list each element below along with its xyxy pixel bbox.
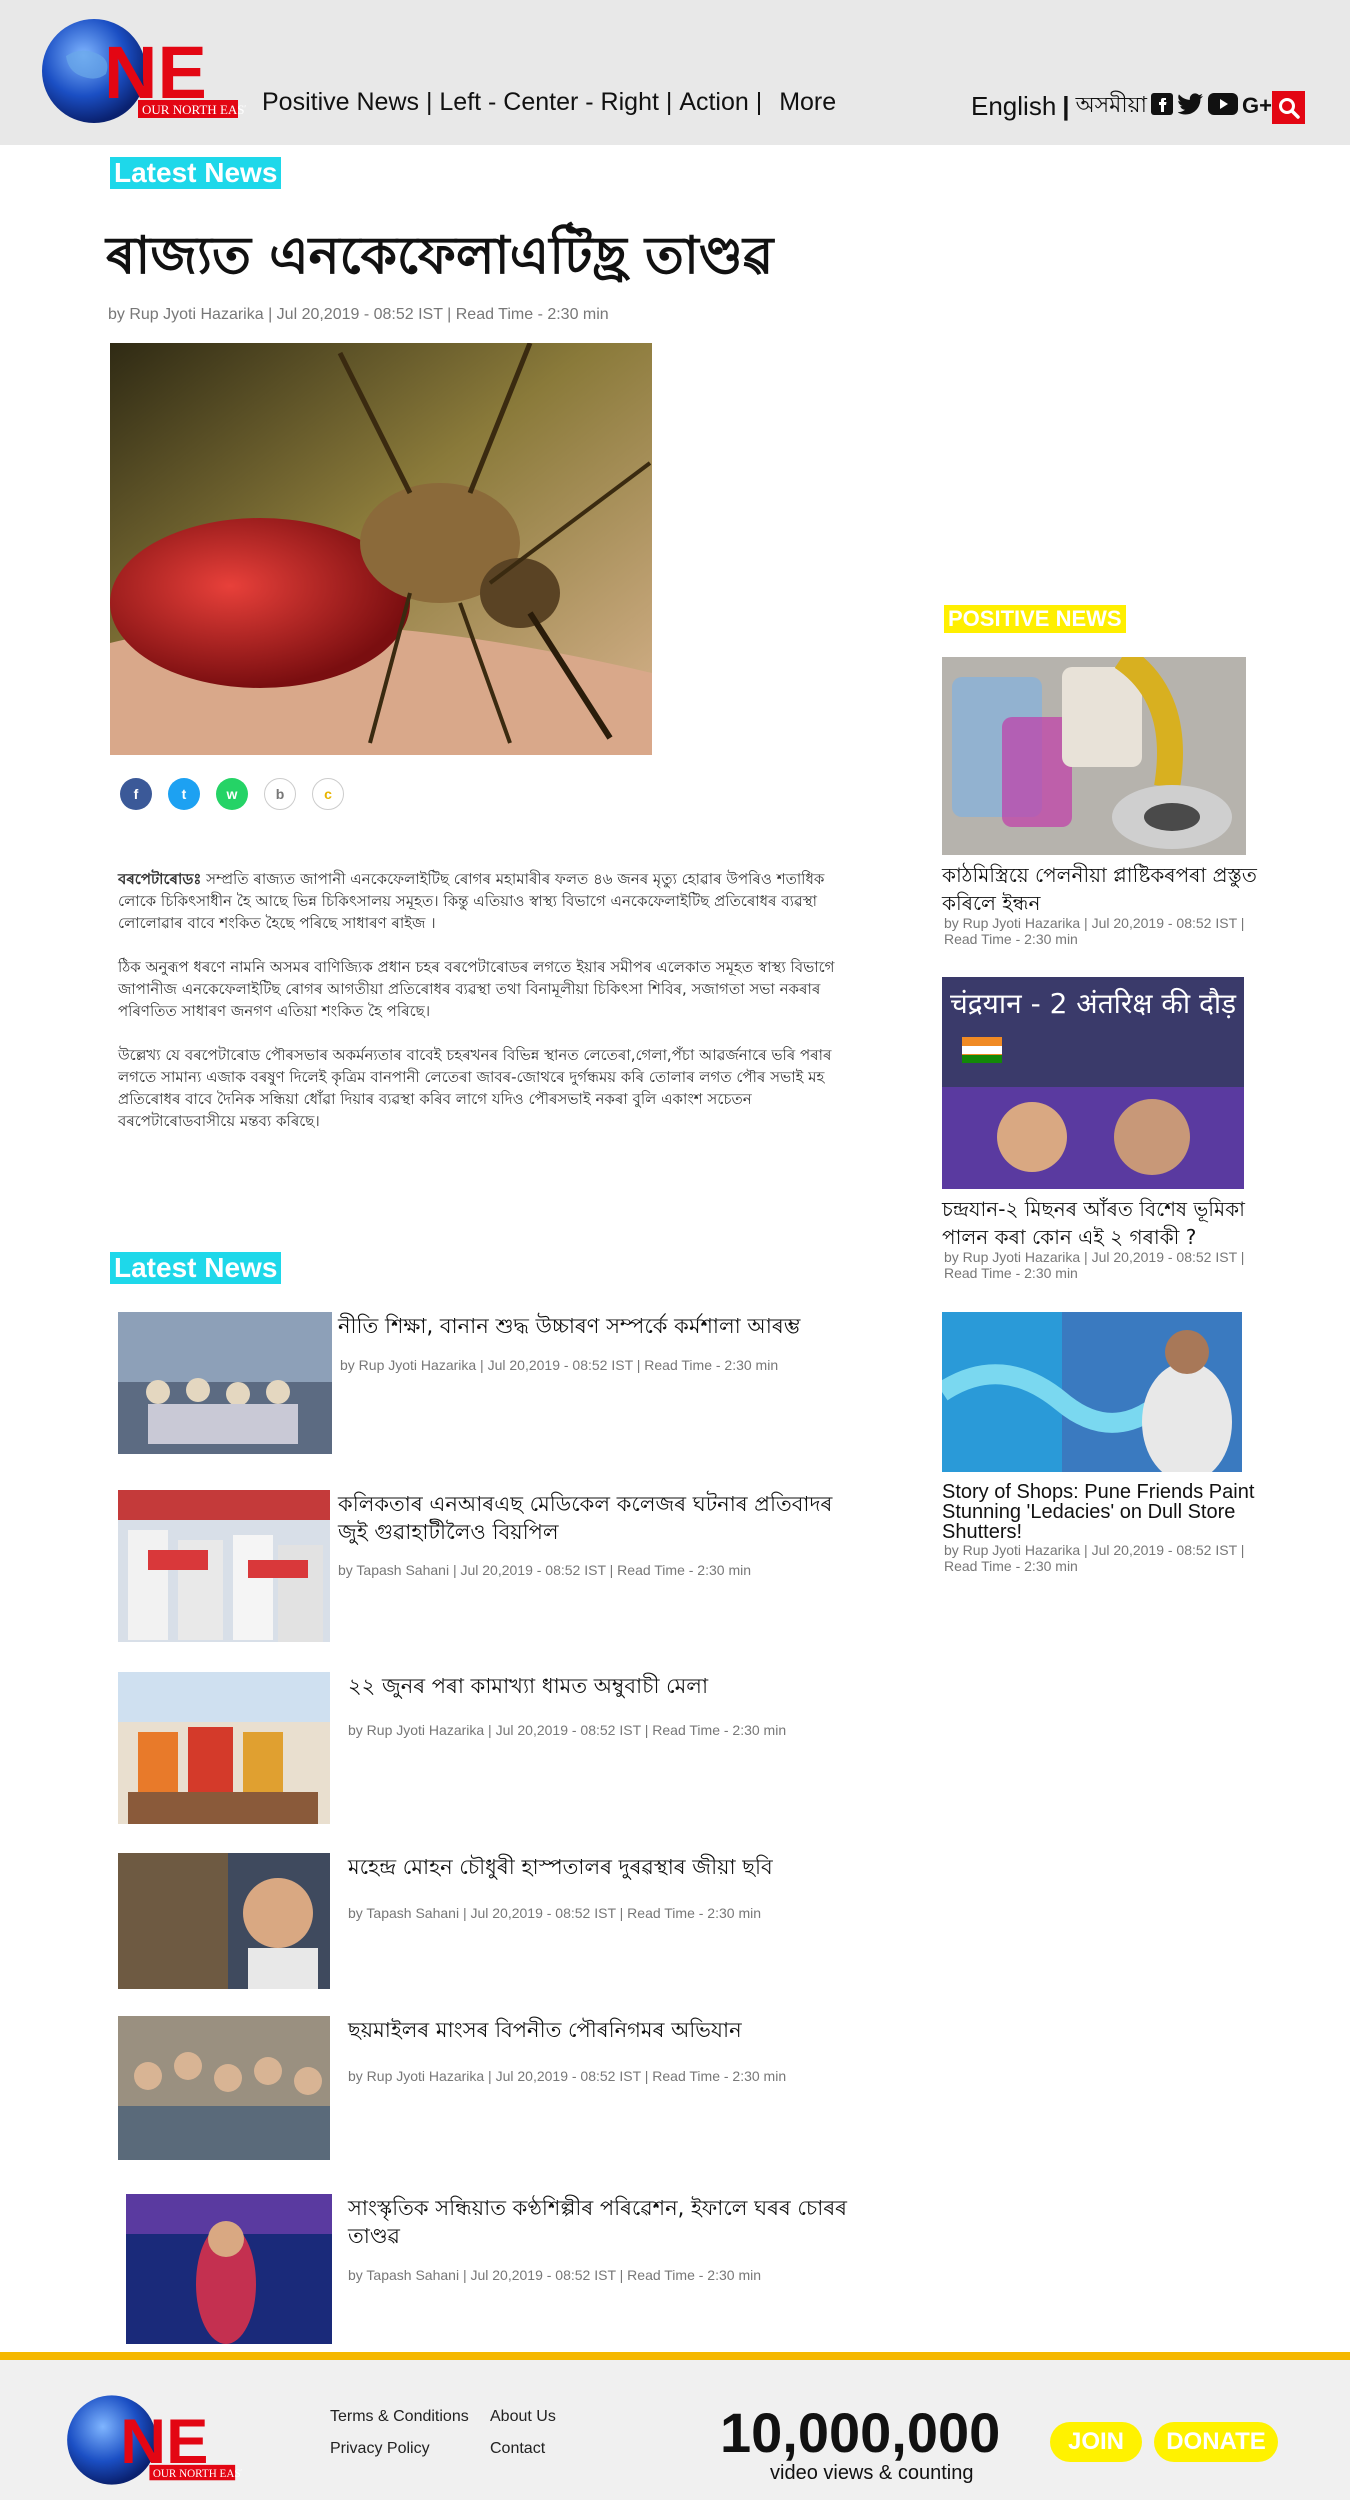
- nav-more[interactable]: More: [779, 88, 836, 117]
- sidebar-card-byline: by Rup Jyoti Hazarika | Jul 20,2019 - 08…: [944, 1249, 1245, 1281]
- nav-positive-news[interactable]: Positive News: [262, 88, 419, 117]
- article-paragraph: বৰপেটাৰোডঃ সম্প্ৰতি ৰাজ্যত জাপানী এনকেফে…: [118, 870, 825, 932]
- list-item[interactable]: সাংস্কৃতিক সন্ধিয়াত কণ্ঠশিল্পীৰ পৰিৱেশন…: [118, 2194, 878, 2344]
- share-twitter-icon[interactable]: t: [168, 778, 200, 810]
- main-nav: Positive News | Left - Center - Right | …: [262, 88, 836, 117]
- sidebar-card-image[interactable]: [942, 657, 1246, 855]
- nav-action[interactable]: Action: [679, 88, 748, 117]
- footer-link-terms[interactable]: Terms & Conditions: [330, 2408, 469, 2426]
- sidebar-card-byline: by Rup Jyoti Hazarika | Jul 20,2019 - 08…: [944, 1542, 1245, 1574]
- article-lead: বৰপেটাৰোডঃ: [118, 870, 202, 888]
- list-item[interactable]: কলিকতাৰ এনআৰএছ মেডিকেল কলেজৰ ঘটনাৰ প্ৰতি…: [118, 1490, 878, 1642]
- sidebar-card-byline: by Rup Jyoti Hazarika | Jul 20,2019 - 08…: [944, 915, 1245, 947]
- news-thumbnail[interactable]: [118, 1672, 330, 1824]
- news-title[interactable]: সাংস্কৃতিক সন্ধিয়াত কণ্ঠশিল্পীৰ পৰিৱেশন…: [348, 2194, 878, 2250]
- sidebar-card-title[interactable]: চন্দ্ৰযান-২ মিছনৰ আঁৰত বিশেষ ভূমিকা পালন…: [942, 1195, 1262, 1251]
- bookmark-icon[interactable]: b: [264, 778, 296, 810]
- google-plus-icon[interactable]: G+: [1242, 92, 1272, 120]
- news-thumbnail[interactable]: [118, 1490, 330, 1642]
- share-facebook-icon[interactable]: f: [120, 778, 152, 810]
- article-paragraph: উল্লেখ্য যে বৰপেটাৰোড পৌৰসভাৰ অকৰ্মন্যতা…: [118, 1046, 832, 1130]
- list-item[interactable]: নীতি শিক্ষা, বানান শুদ্ধ উচ্চাৰণ সম্পৰ্ক…: [118, 1312, 878, 1454]
- news-thumbnail[interactable]: [118, 1853, 330, 1989]
- lang-assamese[interactable]: অসমীয়া: [1076, 88, 1147, 125]
- donate-button[interactable]: DONATE: [1154, 2422, 1278, 2462]
- news-thumbnail[interactable]: [126, 2194, 332, 2344]
- article-byline: by Rup Jyoti Hazarika | Jul 20,2019 - 08…: [108, 306, 609, 323]
- news-title[interactable]: ছয়মাইলৰ মাংসৰ বিপনীত পৌৰনিগমৰ অভিযান: [348, 2016, 868, 2044]
- news-byline: by Rup Jyoti Hazarika | Jul 20,2019 - 08…: [348, 1722, 787, 1738]
- search-icon: [1278, 97, 1300, 119]
- news-title[interactable]: নীতি শিক্ষা, বানান শুদ্ধ উচ্চাৰণ সম্পৰ্ক…: [338, 1312, 878, 1340]
- article-paragraph: ঠিক অনুৰূপ ধৰণে নামনি অসমৰ বাণিজ্যিক প্ৰ…: [118, 958, 835, 1020]
- views-counter: 10,000,000: [720, 2401, 1001, 2464]
- share-bar: f t w b c: [120, 778, 344, 810]
- views-subtext: video views & counting: [770, 2462, 974, 2484]
- twitter-icon[interactable]: [1177, 93, 1204, 119]
- footer-divider: [0, 2352, 1350, 2360]
- footer-link-about[interactable]: About Us: [490, 2408, 556, 2426]
- sidebar-card-image[interactable]: चंद्रयान - 2 अंतरिक्ष की दौड़: [942, 977, 1244, 1189]
- comment-icon[interactable]: c: [312, 778, 344, 810]
- footer-logo[interactable]: NE OUR NORTH EAST: [62, 2390, 248, 2490]
- news-title[interactable]: কলিকতাৰ এনআৰএছ মেডিকেল কলেজৰ ঘটনাৰ প্ৰতি…: [338, 1490, 858, 1546]
- social-links: G+: [1150, 92, 1272, 120]
- join-button[interactable]: JOIN: [1050, 2422, 1142, 2462]
- news-title[interactable]: ২২ জুনৰ পৰা কামাখ্যা ধামত অম্বুবাচী মেলা: [348, 1672, 868, 1700]
- news-byline: by Rup Jyoti Hazarika | Jul 20,2019 - 08…: [340, 1357, 779, 1373]
- section-label-latest-news: Latest News: [110, 1252, 282, 1284]
- sidebar-card-title[interactable]: কাঠমিস্ত্ৰিয়ে পেলনীয়া প্লাষ্টিকৰপৰা প্…: [942, 861, 1262, 917]
- footer-logo-subtext: OUR NORTH EAST: [153, 2468, 242, 2480]
- nav-separator: |: [658, 88, 680, 116]
- article-headline: ৰাজ্যত এনকেফেলাএটিছ্ৰ তাণ্ডৱ: [106, 226, 774, 286]
- facebook-icon[interactable]: [1150, 92, 1174, 120]
- footer-link-contact[interactable]: Contact: [490, 2440, 545, 2458]
- article-hero-image: [110, 343, 652, 755]
- news-byline: by Rup Jyoti Hazarika | Jul 20,2019 - 08…: [348, 2068, 787, 2084]
- list-item[interactable]: মহেন্দ্ৰ মোহন চৌধুৰী হাস্পতালৰ দুৰৱস্থাৰ…: [118, 1853, 878, 1989]
- news-byline: by Tapash Sahani | Jul 20,2019 - 08:52 I…: [338, 1562, 751, 1578]
- news-byline: by Tapash Sahani | Jul 20,2019 - 08:52 I…: [348, 2267, 761, 2283]
- language-switch: English | অসমীয়া: [971, 88, 1147, 125]
- lang-english[interactable]: English: [971, 91, 1056, 122]
- news-byline: by Tapash Sahani | Jul 20,2019 - 08:52 I…: [348, 1905, 761, 1921]
- section-label-latest: Latest News: [110, 157, 282, 189]
- sidebar-card-image[interactable]: [942, 1312, 1242, 1472]
- list-item[interactable]: ২২ জুনৰ পৰা কামাখ্যা ধামত অম্বুবাচী মেলা…: [118, 1672, 878, 1824]
- news-thumbnail[interactable]: [118, 2016, 330, 2160]
- footer-link-privacy[interactable]: Privacy Policy: [330, 2440, 430, 2458]
- article-body: বৰপেটাৰোডঃ সম্প্ৰতি ৰাজ্যত জাপানী এনকেফে…: [118, 868, 838, 1154]
- sidebar-image-caption: चंद्रयान - 2 अंतरिक्ष की दौड़: [950, 987, 1237, 1020]
- site-logo[interactable]: NE OUR NORTH EAST: [36, 16, 253, 126]
- logo-subtext: OUR NORTH EAST: [142, 102, 246, 117]
- nav-separator: |: [748, 88, 770, 116]
- news-thumbnail[interactable]: [118, 1312, 332, 1454]
- search-button[interactable]: [1272, 91, 1305, 124]
- share-whatsapp-icon[interactable]: w: [216, 778, 248, 810]
- section-label-positive: POSITIVE NEWS: [944, 605, 1126, 633]
- lang-separator: |: [1062, 91, 1070, 121]
- nav-left-center-right[interactable]: Left - Center - Right: [439, 88, 659, 117]
- list-item[interactable]: ছয়মাইলৰ মাংসৰ বিপনীত পৌৰনিগমৰ অভিযান by…: [118, 2016, 878, 2160]
- sidebar-card-title[interactable]: Story of Shops: Pune Friends Paint Stunn…: [942, 1482, 1262, 1542]
- news-title[interactable]: মহেন্দ্ৰ মোহন চৌধুৰী হাস্পতালৰ দুৰৱস্থাৰ…: [348, 1853, 868, 1881]
- nav-separator: |: [419, 88, 440, 116]
- youtube-icon[interactable]: [1208, 93, 1238, 119]
